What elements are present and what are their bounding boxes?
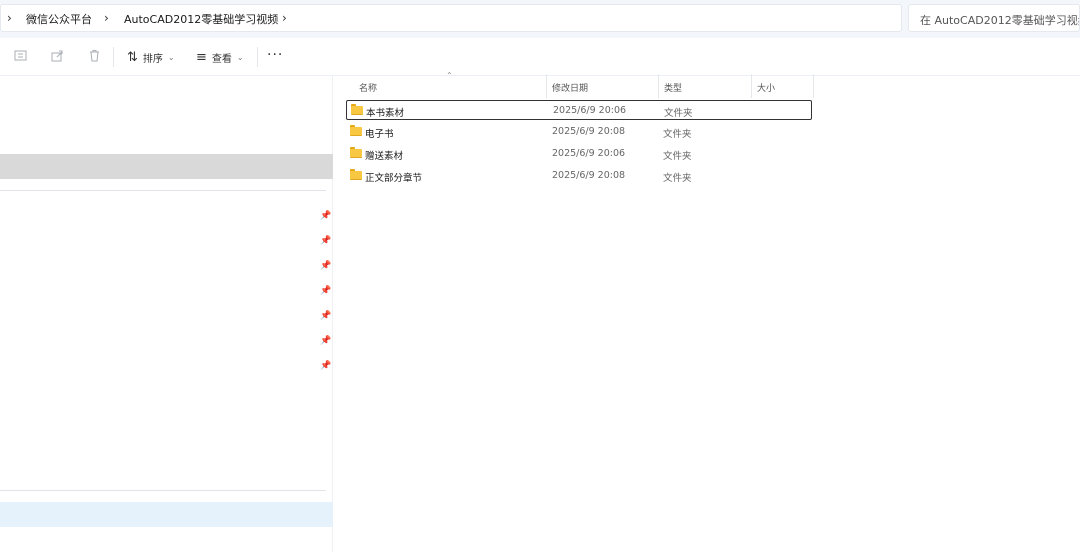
view-icon: ≡	[196, 49, 207, 65]
rename-icon[interactable]	[12, 49, 28, 65]
file-type: 文件夹	[663, 173, 692, 184]
view-label: 查看	[211, 53, 232, 65]
sort-button[interactable]: ⇅ 排序 ⌄	[127, 48, 175, 66]
file-name: 电子书	[365, 129, 394, 140]
file-date: 2025/6/9 20:06	[553, 105, 627, 116]
column-separator[interactable]	[813, 74, 814, 98]
pin-icon[interactable]: 📌	[320, 286, 331, 298]
chevron-down-icon: ⌄	[167, 52, 175, 62]
file-type: 文件夹	[663, 151, 692, 162]
column-header-size[interactable]: 大小	[752, 76, 813, 98]
share-icon[interactable]	[49, 49, 65, 65]
file-date: 2025/6/9 20:08	[552, 170, 626, 181]
column-header-name[interactable]: 名称	[352, 76, 546, 98]
nav-divider	[0, 190, 326, 191]
pin-icon[interactable]: 📌	[320, 361, 331, 373]
column-header-date[interactable]: 修改日期	[547, 76, 658, 98]
file-date: 2025/6/9 20:06	[552, 148, 626, 159]
search-placeholder: 在 AutoCAD2012零基础学习视频 中搜索	[920, 14, 1080, 27]
sort-icon: ⇅	[127, 49, 138, 65]
breadcrumb-item-wechat[interactable]: 微信公众平台	[26, 11, 92, 27]
address-row: › 微信公众平台 › AutoCAD2012零基础学习视频 › 在 AutoCA…	[0, 0, 1080, 38]
breadcrumb-chevron-icon[interactable]: ›	[104, 11, 109, 25]
file-name: 赠送素材	[365, 151, 404, 162]
file-date: 2025/6/9 20:08	[552, 126, 626, 137]
search-input[interactable]: 在 AutoCAD2012零基础学习视频 中搜索	[908, 4, 1080, 32]
more-options-button[interactable]: ···	[267, 47, 283, 63]
column-header-type[interactable]: 类型	[659, 76, 751, 98]
breadcrumb-chevron-icon[interactable]: ›	[7, 11, 12, 25]
nav-divider	[0, 490, 326, 491]
list-item[interactable]: 赠送素材 2025/6/9 20:06 文件夹	[346, 144, 812, 164]
navigation-pane: 📌 📌 📌 📌 📌 📌 📌	[0, 76, 333, 552]
pin-icon[interactable]: 📌	[320, 211, 331, 223]
file-type: 文件夹	[663, 129, 692, 140]
view-button[interactable]: ≡ 查看 ⌄	[196, 48, 244, 66]
toolbar-divider	[257, 47, 258, 67]
list-item[interactable]: 正文部分章节 2025/6/9 20:08 文件夹	[346, 166, 812, 186]
pin-icon[interactable]: 📌	[320, 311, 331, 323]
list-item[interactable]: 电子书 2025/6/9 20:08 文件夹	[346, 122, 812, 142]
pin-icon[interactable]: 📌	[320, 236, 331, 248]
breadcrumb-item-autocad[interactable]: AutoCAD2012零基础学习视频	[124, 11, 278, 27]
file-name: 本书素材	[366, 108, 405, 119]
toolbar-divider	[113, 47, 114, 67]
folder-icon	[350, 147, 362, 158]
breadcrumb-chevron-icon[interactable]: ›	[282, 11, 287, 25]
chevron-down-icon: ⌄	[236, 52, 244, 62]
list-item[interactable]: 本书素材 2025/6/9 20:06 文件夹	[346, 100, 812, 120]
delete-icon[interactable]	[86, 49, 102, 65]
file-name: 正文部分章节	[365, 173, 423, 184]
command-bar: ⇅ 排序 ⌄ ≡ 查看 ⌄ ···	[0, 38, 1080, 76]
pin-icon[interactable]: 📌	[320, 261, 331, 273]
nav-selected-item[interactable]	[0, 154, 333, 179]
pin-icon[interactable]: 📌	[320, 336, 331, 348]
sort-label: 排序	[142, 53, 163, 65]
nav-hovered-item[interactable]	[0, 502, 333, 527]
folder-icon	[350, 169, 362, 180]
folder-icon	[350, 125, 362, 136]
breadcrumb[interactable]: › 微信公众平台 › AutoCAD2012零基础学习视频 ›	[0, 4, 902, 32]
file-type: 文件夹	[664, 108, 693, 119]
folder-icon	[351, 104, 363, 115]
